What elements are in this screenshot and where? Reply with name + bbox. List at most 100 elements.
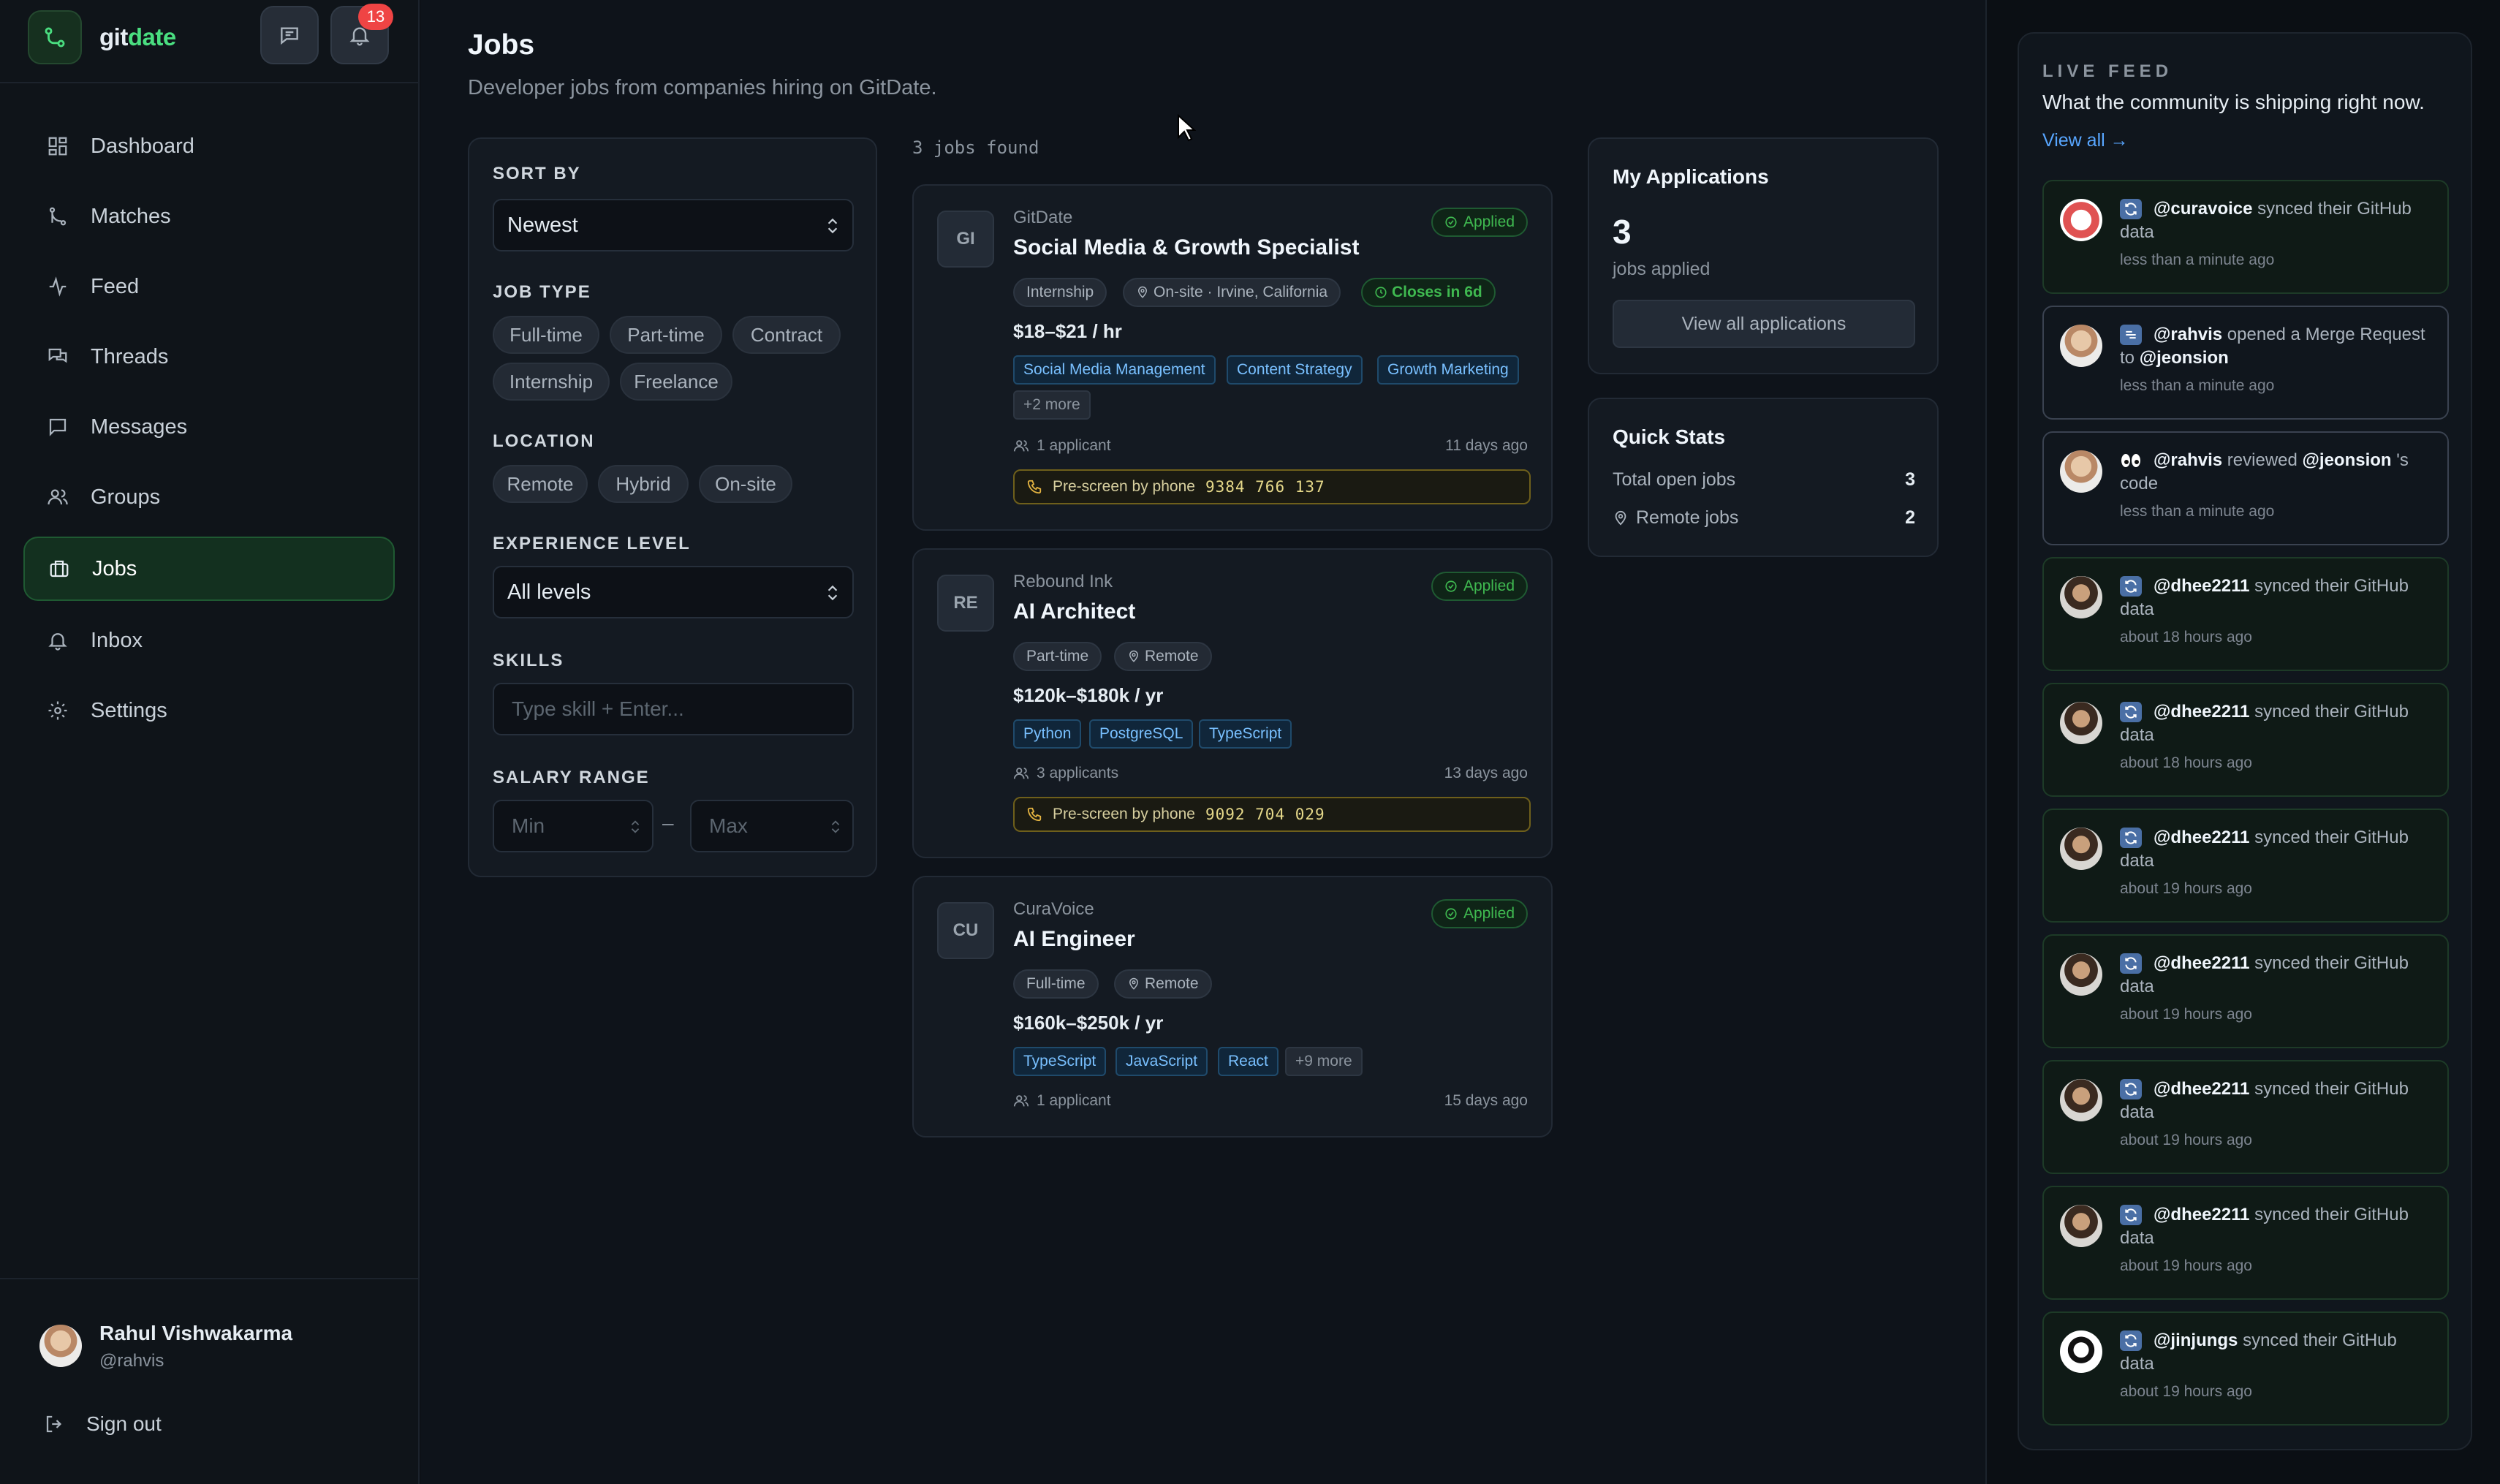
applicant-label: 1 applicant [1037, 1092, 1111, 1109]
sign-out-button[interactable]: Sign out [44, 1412, 162, 1436]
experience-select-value: All levels [507, 580, 591, 604]
feed-item[interactable]: @dhee2211 synced their GitHub data about… [2042, 934, 2449, 1048]
stepper-icon[interactable] [827, 817, 844, 836]
job-title[interactable]: AI Architect [1013, 599, 1135, 624]
avatar[interactable] [2060, 1330, 2102, 1373]
chip-freelance[interactable]: Freelance [620, 363, 732, 401]
feed-user[interactable]: @rahvis [2154, 450, 2222, 470]
avatar[interactable] [2060, 828, 2102, 870]
view-all-link[interactable]: View all → [2042, 130, 2129, 151]
feed-user[interactable]: @dhee2211 [2154, 828, 2249, 847]
salary-max-placeholder: Max [709, 814, 748, 837]
my-applications-title: My Applications [1613, 165, 1769, 188]
check-circle-icon [1445, 580, 1457, 592]
stat-label-group: Remote jobs [1613, 507, 1738, 529]
feed-item[interactable]: @dhee2211 synced their GitHub data about… [2042, 683, 2449, 797]
divider [0, 1278, 420, 1279]
sidebar-item-matches[interactable]: Matches [23, 184, 395, 249]
sidebar-item-label: Inbox [91, 628, 143, 652]
feed-item[interactable]: @jinjungs synced their GitHub data about… [2042, 1311, 2449, 1426]
job-card[interactable]: CU CuraVoice AI Engineer Applied Full-ti… [912, 876, 1553, 1137]
skills-input[interactable]: Type skill + Enter... [493, 683, 854, 735]
avatar[interactable] [2060, 450, 2102, 493]
feed-item[interactable]: @dhee2211 synced their GitHub data about… [2042, 557, 2449, 671]
job-title[interactable]: AI Engineer [1013, 927, 1135, 952]
brand-name[interactable]: gitdate [99, 23, 176, 51]
prescreen-phone-banner[interactable]: Pre-screen by phone 9384 766 137 [1013, 469, 1531, 504]
avatar[interactable] [2060, 1205, 2102, 1247]
chip-remote[interactable]: Remote [493, 465, 588, 503]
job-card[interactable]: GI GitDate Social Media & Growth Special… [912, 184, 1553, 531]
sidebar-item-label: Jobs [92, 556, 137, 580]
users-icon [48, 489, 68, 505]
sidebar-item-label: Threads [91, 344, 169, 368]
sidebar-item-feed[interactable]: Feed [23, 254, 395, 319]
sidebar-item-messages[interactable]: Messages [23, 395, 395, 459]
stepper-icon[interactable] [627, 817, 643, 836]
chip-hybrid[interactable]: Hybrid [598, 465, 689, 503]
page-subtitle: Developer jobs from companies hiring on … [468, 76, 937, 99]
company-initials: RE [937, 575, 994, 632]
feed-item[interactable]: @dhee2211 synced their GitHub data about… [2042, 1186, 2449, 1300]
sidebar-item-dashboard[interactable]: Dashboard [23, 114, 395, 178]
more-skills-tag[interactable]: +2 more [1013, 390, 1091, 420]
avatar[interactable] [2060, 325, 2102, 367]
skill-tag: JavaScript [1115, 1047, 1208, 1076]
feed-target[interactable]: @jeonsion [2140, 348, 2229, 368]
user-handle: @rahvis [99, 1351, 164, 1371]
sidebar-item-inbox[interactable]: Inbox [23, 608, 395, 673]
chip-full-time[interactable]: Full-time [493, 316, 599, 354]
applications-count: 3 [1613, 213, 1632, 251]
feed-user[interactable]: @dhee2211 [2154, 953, 2249, 973]
map-pin-icon [1129, 650, 1139, 662]
avatar[interactable] [2060, 953, 2102, 996]
feed-user[interactable]: @curavoice [2154, 199, 2252, 219]
sidebar-item-settings[interactable]: Settings [23, 678, 395, 743]
skill-tag: Growth Marketing [1377, 355, 1519, 385]
users-icon [1013, 440, 1029, 452]
experience-select[interactable]: All levels [493, 566, 854, 618]
avatar[interactable] [2060, 576, 2102, 618]
avatar[interactable] [2060, 1079, 2102, 1121]
status-label: Applied [1463, 578, 1515, 594]
prescreen-label: Pre-screen by phone [1053, 806, 1195, 822]
chip-contract[interactable]: Contract [732, 316, 841, 354]
avatar[interactable] [2060, 702, 2102, 744]
chip-internship[interactable]: Internship [493, 363, 610, 401]
feed-user[interactable]: @dhee2211 [2154, 702, 2249, 722]
feed-item[interactable]: @dhee2211 synced their GitHub data about… [2042, 1060, 2449, 1174]
feed-item[interactable]: @dhee2211 synced their GitHub data about… [2042, 809, 2449, 923]
feed-target[interactable]: @jeonsion [2303, 450, 2392, 470]
feed-item[interactable]: @rahvis reviewed @jeonsion 's code less t… [2042, 431, 2449, 545]
feed-item[interactable]: @curavoice synced their GitHub data less… [2042, 180, 2449, 294]
brand-logo-icon[interactable] [28, 10, 82, 64]
my-applications-card: My Applications 3 jobs applied View all … [1588, 137, 1939, 374]
view-all-applications-button[interactable]: View all applications [1613, 300, 1915, 348]
salary-max-input[interactable]: Max [690, 800, 854, 852]
feed-item[interactable]: @rahvis opened a Merge Request to @jeons… [2042, 306, 2449, 420]
job-card[interactable]: RE Rebound Ink AI Architect Applied Part… [912, 548, 1553, 858]
feed-user[interactable]: @rahvis [2154, 325, 2222, 344]
sort-select[interactable]: Newest [493, 199, 854, 251]
sidebar-item-groups[interactable]: Groups [23, 465, 395, 529]
feed-item-time: about 19 hours ago [2120, 1006, 2252, 1023]
avatar[interactable] [2060, 199, 2102, 241]
applications-label: jobs applied [1613, 259, 1711, 279]
chat-button[interactable] [260, 6, 319, 64]
job-title[interactable]: Social Media & Growth Specialist [1013, 235, 1359, 260]
chip-on-site[interactable]: On-site [699, 465, 792, 503]
salary-min-input[interactable]: Min [493, 800, 654, 852]
feed-user[interactable]: @jinjungs [2154, 1330, 2238, 1350]
sidebar-item-jobs[interactable]: Jobs [23, 537, 395, 601]
skill-tag: TypeScript [1199, 719, 1292, 749]
prescreen-phone-banner[interactable]: Pre-screen by phone 9092 704 029 [1013, 797, 1531, 832]
sidebar-item-threads[interactable]: Threads [23, 325, 395, 389]
feed-user[interactable]: @dhee2211 [2154, 1079, 2249, 1099]
feed-user[interactable]: @dhee2211 [2154, 576, 2249, 596]
avatar[interactable] [39, 1325, 82, 1367]
feed-item-time: about 19 hours ago [2120, 1132, 2252, 1148]
chevron-updown-icon [827, 218, 838, 234]
more-skills-tag[interactable]: +9 more [1285, 1047, 1363, 1076]
feed-user[interactable]: @dhee2211 [2154, 1205, 2249, 1224]
chip-part-time[interactable]: Part-time [610, 316, 722, 354]
